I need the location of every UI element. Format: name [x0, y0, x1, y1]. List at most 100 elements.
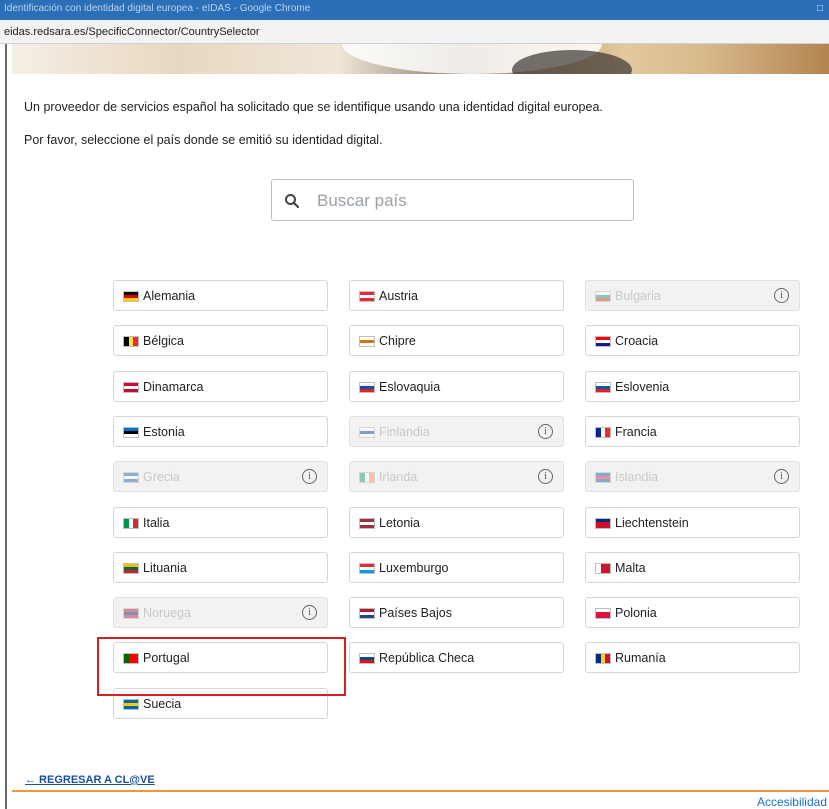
- country-label: República Checa: [379, 651, 475, 665]
- country-button-belgica[interactable]: Bélgica: [113, 325, 328, 356]
- country-label: Letonia: [379, 516, 421, 530]
- country-label: Finlandia: [379, 425, 430, 439]
- country-button-dinamarca[interactable]: Dinamarca: [113, 371, 328, 402]
- flag-icon: [359, 291, 375, 302]
- flag-icon: [123, 336, 139, 347]
- flag-icon: [123, 382, 139, 393]
- country-label: Chipre: [379, 334, 416, 348]
- country-button-bulgaria[interactable]: Bulgaria i: [585, 280, 800, 311]
- url-text[interactable]: eidas.redsara.es/SpecificConnector/Count…: [4, 26, 260, 38]
- flag-icon: [123, 608, 139, 619]
- country-button-letonia[interactable]: Letonia: [349, 507, 564, 538]
- country-label: Estonia: [143, 425, 185, 439]
- country-button-finlandia[interactable]: Finlandia i: [349, 416, 564, 447]
- country-button-lituania[interactable]: Lituania: [113, 552, 328, 583]
- flag-icon: [595, 472, 611, 483]
- window-controls-icon[interactable]: □: [817, 3, 823, 14]
- country-label: Grecia: [143, 470, 180, 484]
- intro-text: Un proveedor de servicios español ha sol…: [24, 100, 603, 114]
- country-label: Suecia: [143, 697, 182, 711]
- country-label: Islandia: [615, 470, 659, 484]
- country-button-islandia[interactable]: Islandia i: [585, 461, 800, 492]
- header-banner-image: [12, 44, 829, 74]
- info-icon[interactable]: i: [302, 469, 317, 484]
- country-label: Noruega: [143, 606, 191, 620]
- country-button-paises-bajos[interactable]: Países Bajos: [349, 597, 564, 628]
- flag-icon: [123, 427, 139, 438]
- country-button-estonia[interactable]: Estonia: [113, 416, 328, 447]
- flag-icon: [359, 563, 375, 574]
- flag-icon: [123, 472, 139, 483]
- flag-icon: [359, 472, 375, 483]
- flag-icon: [595, 336, 611, 347]
- info-icon[interactable]: i: [774, 469, 789, 484]
- country-label: Italia: [143, 516, 170, 530]
- flag-icon: [123, 563, 139, 574]
- flag-icon: [123, 699, 139, 710]
- flag-icon: [123, 518, 139, 529]
- info-icon[interactable]: i: [774, 288, 789, 303]
- country-button-republica-checa[interactable]: República Checa: [349, 642, 564, 673]
- footer-divider: [12, 790, 829, 792]
- instruction-text: Por favor, seleccione el país donde se e…: [24, 133, 383, 147]
- search-input[interactable]: [317, 188, 617, 214]
- flag-icon: [359, 608, 375, 619]
- flag-icon: [359, 518, 375, 529]
- accessibility-link[interactable]: Accesibilidad: [757, 795, 827, 809]
- country-label: Francia: [615, 425, 657, 439]
- country-button-polonia[interactable]: Polonia: [585, 597, 800, 628]
- country-button-italia[interactable]: Italia: [113, 507, 328, 538]
- window-title: Identificación con identidad digital eur…: [4, 3, 311, 14]
- country-search-box[interactable]: [271, 179, 634, 221]
- flag-icon: [595, 427, 611, 438]
- flag-icon: [595, 291, 611, 302]
- search-icon: [285, 194, 300, 209]
- country-label: Eslovenia: [615, 380, 670, 394]
- country-label: Croacia: [615, 334, 659, 348]
- country-label: Irlanda: [379, 470, 418, 484]
- flag-icon: [123, 291, 139, 302]
- back-to-clave-link[interactable]: ← REGRESAR A CL@VE: [25, 774, 155, 786]
- country-button-liechtenstein[interactable]: Liechtenstein: [585, 507, 800, 538]
- country-label: Lituania: [143, 561, 187, 575]
- country-button-grecia[interactable]: Grecia i: [113, 461, 328, 492]
- country-label: Bulgaria: [615, 289, 661, 303]
- country-label: Rumanía: [615, 651, 666, 665]
- country-button-irlanda[interactable]: Irlanda i: [349, 461, 564, 492]
- flag-icon: [595, 608, 611, 619]
- country-label: Malta: [615, 561, 646, 575]
- country-button-croacia[interactable]: Croacia: [585, 325, 800, 356]
- country-label: Dinamarca: [143, 380, 204, 394]
- country-button-austria[interactable]: Austria: [349, 280, 564, 311]
- country-button-eslovaquia[interactable]: Eslovaquia: [349, 371, 564, 402]
- country-label: Luxemburgo: [379, 561, 449, 575]
- info-icon[interactable]: i: [302, 605, 317, 620]
- country-button-eslovenia[interactable]: Eslovenia: [585, 371, 800, 402]
- flag-icon: [595, 563, 611, 574]
- flag-icon: [595, 382, 611, 393]
- browser-title-bar: Identificación con identidad digital eur…: [0, 0, 829, 20]
- country-button-malta[interactable]: Malta: [585, 552, 800, 583]
- flag-icon: [359, 336, 375, 347]
- country-button-alemania[interactable]: Alemania: [113, 280, 328, 311]
- country-label: Bélgica: [143, 334, 184, 348]
- flag-icon: [595, 518, 611, 529]
- country-label: Polonia: [615, 606, 657, 620]
- flag-icon: [359, 653, 375, 664]
- flag-icon: [359, 427, 375, 438]
- info-icon[interactable]: i: [538, 424, 553, 439]
- country-button-noruega[interactable]: Noruega i: [113, 597, 328, 628]
- country-label: Países Bajos: [379, 606, 452, 620]
- info-icon[interactable]: i: [538, 469, 553, 484]
- address-bar[interactable]: eidas.redsara.es/SpecificConnector/Count…: [0, 20, 829, 44]
- country-button-rumania[interactable]: Rumanía: [585, 642, 800, 673]
- country-label: Alemania: [143, 289, 196, 303]
- flag-icon: [359, 382, 375, 393]
- country-label: Liechtenstein: [615, 516, 689, 530]
- country-label: Eslovaquia: [379, 380, 441, 394]
- flag-icon: [595, 653, 611, 664]
- country-button-francia[interactable]: Francia: [585, 416, 800, 447]
- country-button-chipre[interactable]: Chipre: [349, 325, 564, 356]
- selection-highlight-box: [97, 637, 346, 696]
- country-button-luxemburgo[interactable]: Luxemburgo: [349, 552, 564, 583]
